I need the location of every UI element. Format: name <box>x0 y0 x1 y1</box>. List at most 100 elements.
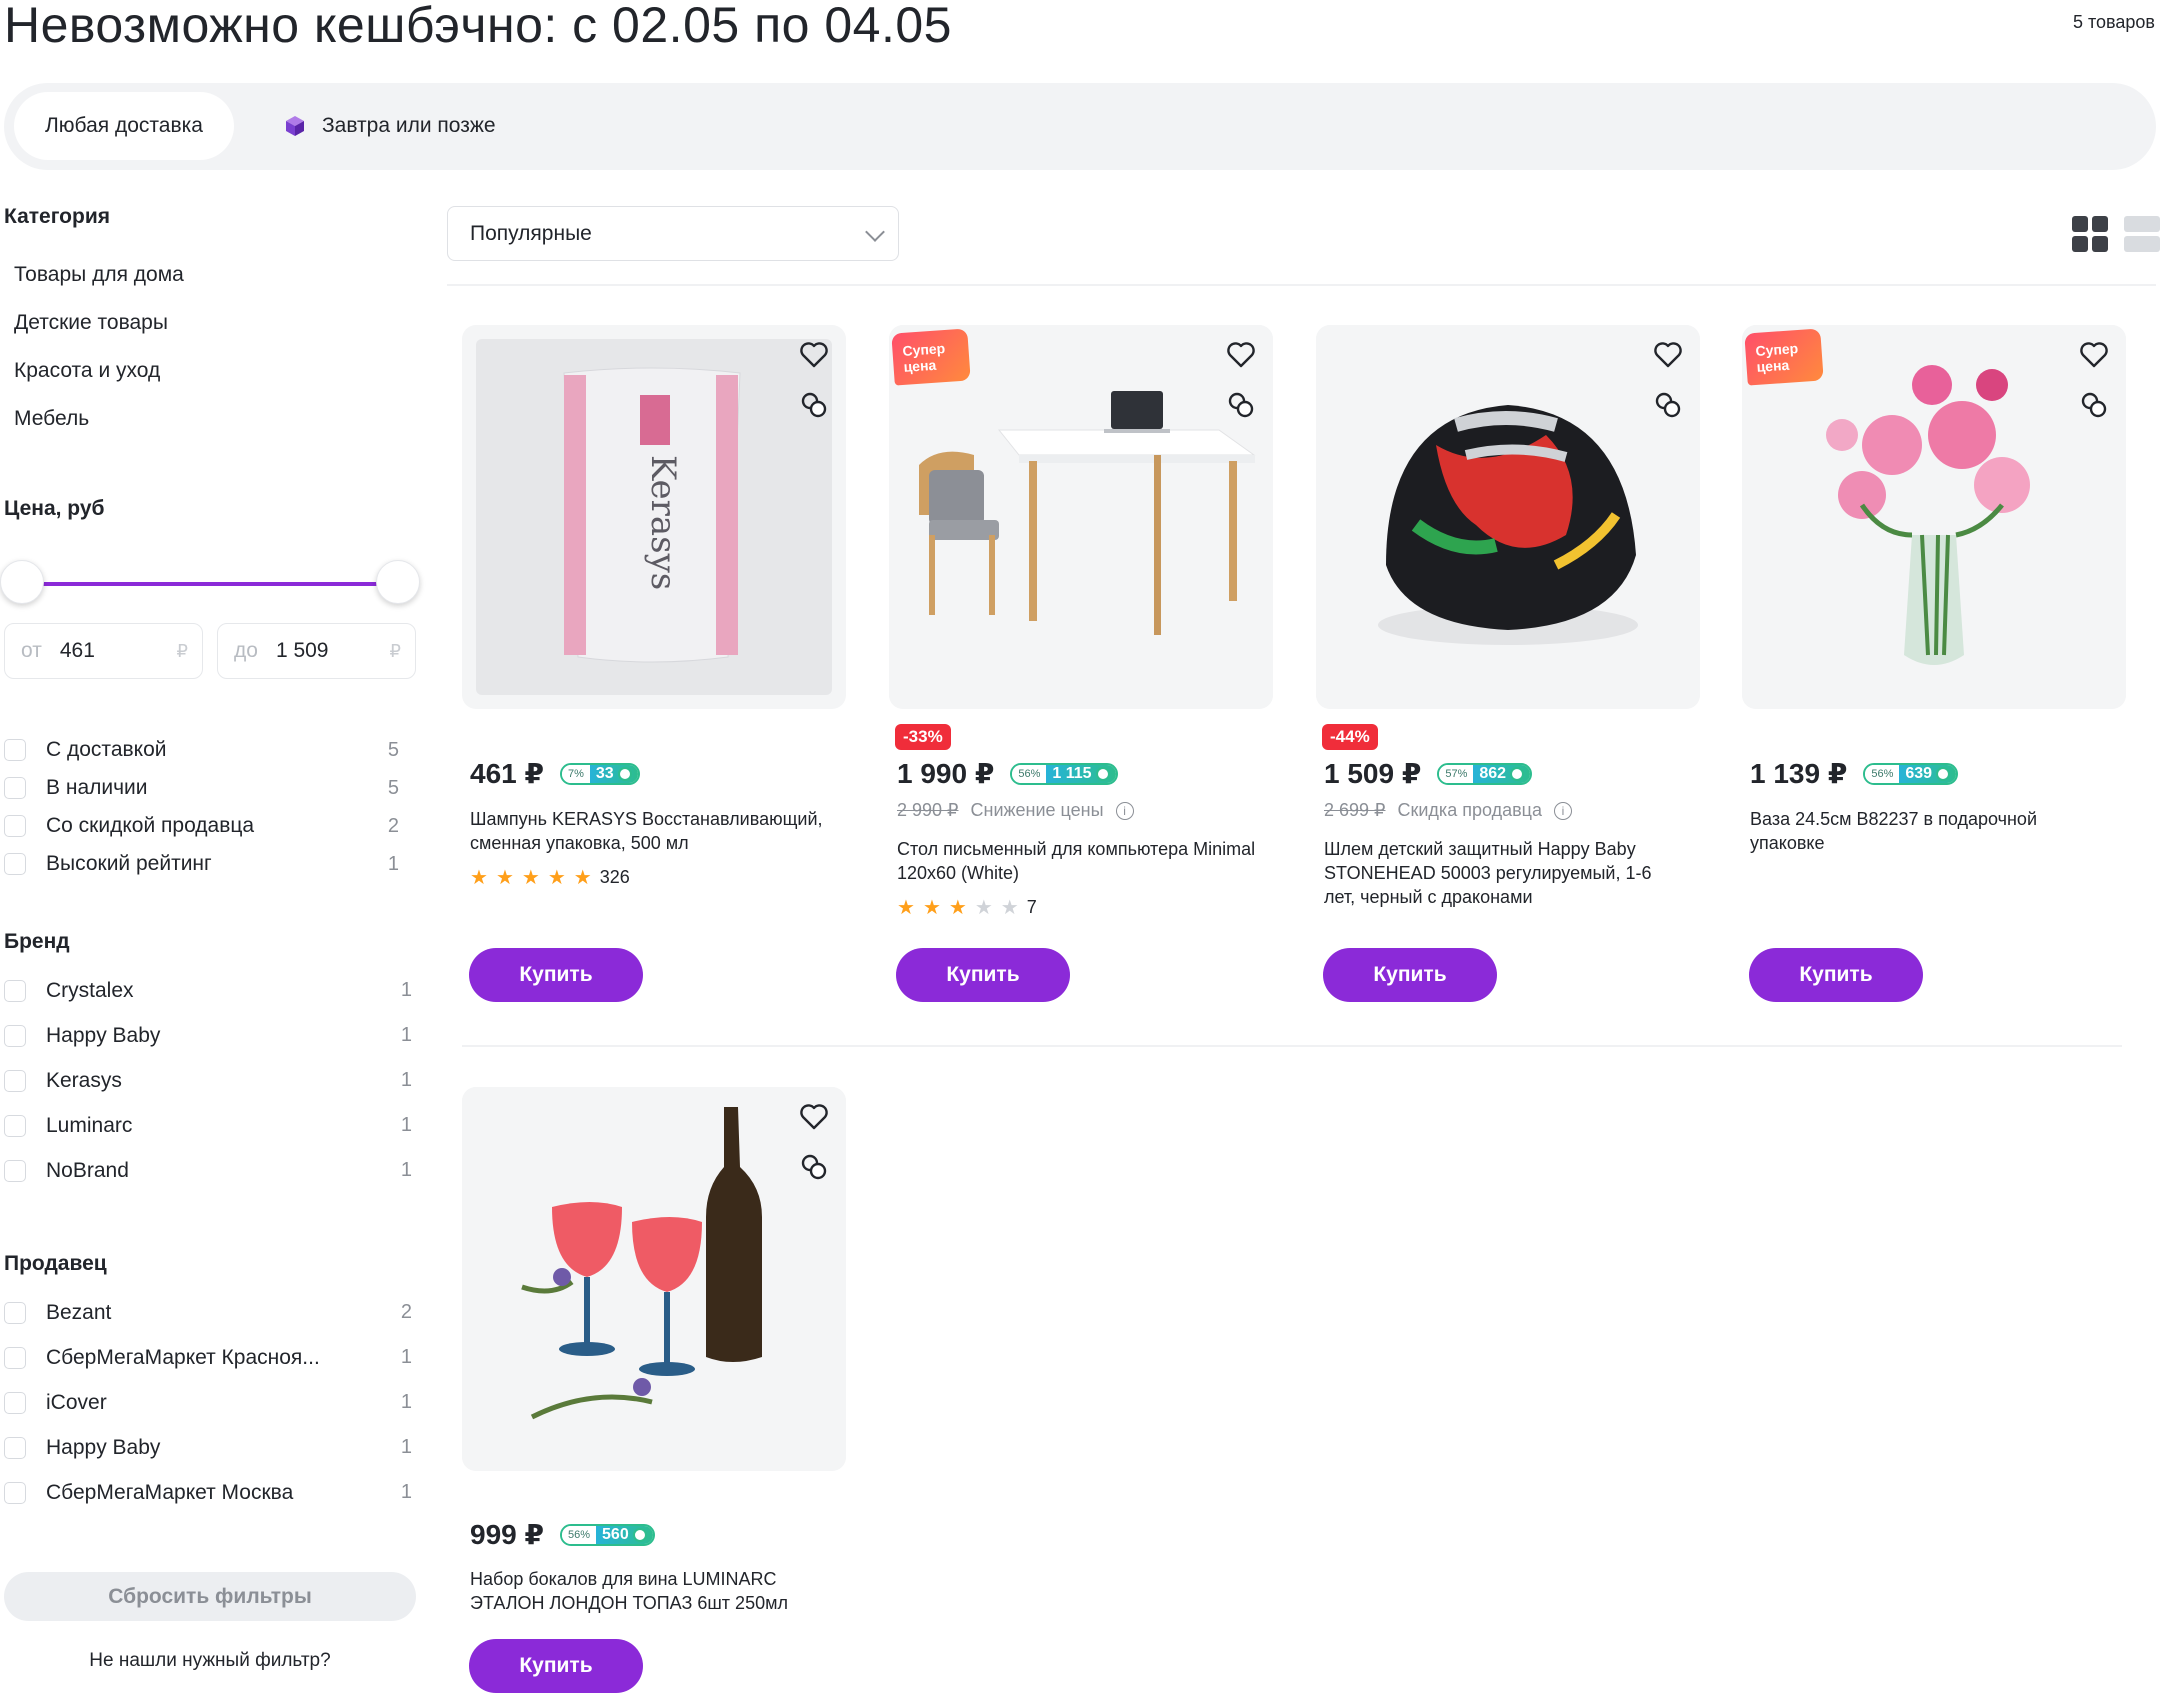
checkbox[interactable] <box>4 1301 26 1324</box>
star-icon: ★ <box>470 867 488 889</box>
checkbox[interactable] <box>4 777 26 799</box>
price-max-handle[interactable] <box>376 560 420 604</box>
product-image[interactable]: Супер цена <box>889 325 1273 709</box>
coin-icon <box>1095 766 1110 781</box>
bonus-percent: 57% <box>1439 764 1474 783</box>
product-card[interactable]: Супер цена 1 139 ₽ 56% 639 Ваза 24.5см B8… <box>1742 325 2126 1005</box>
grid-view-icon[interactable] <box>2072 216 2108 252</box>
checkbox[interactable] <box>4 1069 26 1092</box>
brand-kerasys[interactable]: Kerasys 1 <box>4 1058 412 1103</box>
info-icon[interactable]: i <box>1115 801 1134 820</box>
delivery-tomorrow-chip[interactable]: Завтра или позже <box>284 92 496 160</box>
reset-filters-button[interactable]: Сбросить фильтры <box>4 1572 416 1621</box>
product-name[interactable]: Ваза 24.5см B82237 в подарочной упаковке <box>1750 807 2110 855</box>
filter-count: 5 <box>387 776 399 799</box>
seller-happy-baby[interactable]: Happy Baby 1 <box>4 1425 412 1470</box>
brand-happy-baby[interactable]: Happy Baby 1 <box>4 1013 412 1058</box>
filter-seller-discount[interactable]: Со скидкой продавца 2 <box>4 807 399 845</box>
checkbox[interactable] <box>4 1481 26 1504</box>
chevron-down-icon <box>865 222 885 242</box>
seller-bezant[interactable]: Bezant 2 <box>4 1290 412 1335</box>
compare-icon[interactable] <box>1652 389 1684 421</box>
filter-in-stock[interactable]: В наличии 5 <box>4 769 399 807</box>
filter-high-rating[interactable]: Высокий рейтинг 1 <box>4 845 399 883</box>
category-item-furniture[interactable]: Мебель <box>4 395 419 443</box>
product-card[interactable]: -44% 1 509 ₽ 57% 862 2 699 ₽ Скидка прода… <box>1316 325 1700 1005</box>
info-icon[interactable]: i <box>1553 801 1572 820</box>
checkbox[interactable] <box>4 1114 26 1137</box>
price-to-prefix: до <box>234 639 258 662</box>
seller-sbermegamarket-moscow[interactable]: СберМегаМаркет Москва 1 <box>4 1470 412 1515</box>
product-card[interactable]: 999 ₽ 56% 560 Набор бокалов для вина LUMI… <box>462 1087 846 1694</box>
buy-button[interactable]: Купить <box>1749 948 1923 1002</box>
filter-label: В наличии <box>46 776 148 799</box>
star-icon: ★ <box>948 897 967 919</box>
seller-icover[interactable]: iCover 1 <box>4 1380 412 1425</box>
product-name[interactable]: Набор бокалов для вина LUMINARC ЭТАЛОН Л… <box>470 1567 830 1615</box>
discount-badge: -44% <box>1322 724 1378 750</box>
heart-icon[interactable] <box>2078 339 2110 371</box>
heart-icon[interactable] <box>798 1101 830 1133</box>
price-slider[interactable] <box>0 560 420 608</box>
checkbox[interactable] <box>4 853 26 875</box>
buy-button[interactable]: Купить <box>1323 948 1497 1002</box>
seller-sbermegamarket-krasnoyarsk[interactable]: СберМегаМаркет Красноя... 1 <box>4 1335 412 1380</box>
price-min-handle[interactable] <box>0 560 44 604</box>
product-name[interactable]: Шлем детский защитный Happy Baby STONEHE… <box>1324 837 1684 909</box>
checkbox[interactable] <box>4 1159 26 1182</box>
price-to-field[interactable]: до 1 509 ₽ <box>217 623 416 679</box>
product-name[interactable]: Шампунь KERASYS Восстанавливающий, сменн… <box>470 807 830 855</box>
checkbox[interactable] <box>4 1436 26 1459</box>
checkbox[interactable] <box>4 815 26 837</box>
sort-select[interactable]: Популярные <box>447 206 899 261</box>
checkbox[interactable] <box>4 1346 26 1369</box>
brand-luminarc[interactable]: Luminarc 1 <box>4 1103 412 1148</box>
product-price: 999 ₽ <box>470 1519 544 1550</box>
brand-crystalex[interactable]: Crystalex 1 <box>4 968 412 1013</box>
compare-icon[interactable] <box>2078 389 2110 421</box>
list-view-icon[interactable] <box>2124 216 2160 252</box>
star-icon: ★ <box>922 897 941 919</box>
buy-button[interactable]: Купить <box>469 1639 643 1693</box>
product-image[interactable]: Kerasys <box>462 325 846 709</box>
old-price: 2 990 ₽ <box>897 800 959 820</box>
compare-icon[interactable] <box>798 389 830 421</box>
checkbox[interactable] <box>4 739 26 761</box>
buy-button[interactable]: Купить <box>896 948 1070 1002</box>
checkbox[interactable] <box>4 1391 26 1414</box>
heart-icon[interactable] <box>1652 339 1684 371</box>
product-image[interactable]: Супер цена <box>1742 325 2126 709</box>
buy-button[interactable]: Купить <box>469 948 643 1002</box>
svg-text:Kerasys: Kerasys <box>643 455 683 590</box>
filter-label: Bezant <box>46 1300 112 1324</box>
price-row: 1 139 ₽ 56% 639 <box>1750 757 1959 790</box>
star-icon: ★ <box>573 867 592 889</box>
heart-icon[interactable] <box>1225 339 1257 371</box>
checkbox[interactable] <box>4 979 26 1002</box>
product-image[interactable] <box>462 1087 846 1471</box>
product-card[interactable]: Супер цена -33% 1 990 ₽ 56% 1 115 2 990 ₽… <box>889 325 1273 1005</box>
filter-count: 1 <box>400 1159 412 1181</box>
checkbox[interactable] <box>4 1024 26 1047</box>
ruble-sign: ₽ <box>389 640 401 661</box>
delivery-any-chip[interactable]: Любая доставка <box>14 92 234 160</box>
category-item-kids[interactable]: Детские товары <box>4 299 419 347</box>
product-image[interactable] <box>1316 325 1700 709</box>
bonus-percent: 7% <box>561 764 590 783</box>
filter-with-delivery[interactable]: С доставкой 5 <box>4 731 399 769</box>
compare-icon[interactable] <box>798 1151 830 1183</box>
category-item-beauty[interactable]: Красота и уход <box>4 347 419 395</box>
items-count: 5 товаров <box>2072 12 2155 32</box>
filter-not-found-link[interactable]: Не нашли нужный фильтр? <box>4 1650 416 1672</box>
wine-glasses-image <box>462 1087 846 1471</box>
product-card[interactable]: Kerasys 461 ₽ 7% 33 Шампунь KERASYS Восст… <box>462 325 846 1005</box>
product-name[interactable]: Стол письменный для компьютера Minimal 1… <box>897 837 1257 885</box>
filter-count: 1 <box>387 852 399 875</box>
heart-icon[interactable] <box>798 339 830 371</box>
category-item-home[interactable]: Товары для дома <box>4 251 419 299</box>
brand-nobrand[interactable]: NoBrand 1 <box>4 1148 412 1193</box>
bonus-badge: 56% 639 <box>1863 762 1959 785</box>
price-from-field[interactable]: от 461 ₽ <box>4 623 203 679</box>
star-icon: ★ <box>495 867 514 889</box>
compare-icon[interactable] <box>1225 389 1257 421</box>
